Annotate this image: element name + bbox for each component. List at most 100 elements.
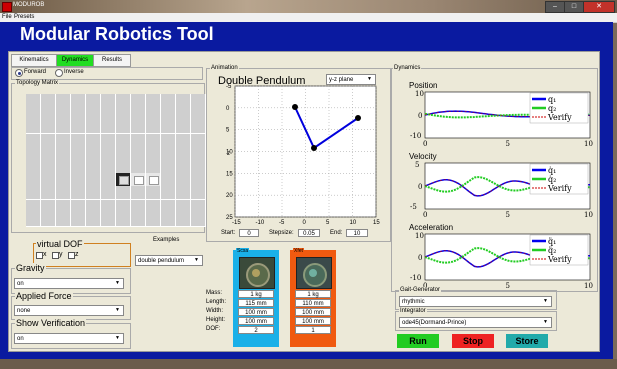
topology-cell[interactable] [41,173,56,188]
topology-cell[interactable] [131,199,146,214]
module-2-height[interactable]: 100 mm [295,317,331,325]
topology-cell[interactable] [71,160,86,174]
topology-cell[interactable] [191,199,206,214]
topology-cell[interactable] [191,146,206,161]
topology-cell[interactable] [71,212,86,227]
topology-cell[interactable] [86,107,101,122]
topology-cell[interactable] [161,186,176,201]
topology-cell[interactable] [131,160,146,174]
topology-cell[interactable] [101,199,116,214]
topology-cell[interactable] [146,107,161,122]
topology-cell[interactable] [26,107,41,122]
close-icon[interactable]: ✕ [583,1,615,13]
topology-module-cell[interactable] [146,173,161,188]
topology-cell[interactable] [71,94,86,108]
topology-cell[interactable] [26,160,41,174]
module-2-length[interactable]: 110 mm [295,299,331,307]
topology-cell[interactable] [161,173,176,188]
forward-radio[interactable] [15,69,23,77]
x-checkbox[interactable] [36,252,43,259]
topology-cell[interactable] [86,212,101,227]
topology-cell[interactable] [71,173,86,188]
topology-cell[interactable] [41,199,56,214]
menu-file[interactable]: File [2,13,12,22]
stop-button[interactable]: Stop [452,334,494,348]
store-button[interactable]: Store [506,334,548,348]
topology-cell[interactable] [131,133,146,148]
tab-results[interactable]: Results [93,54,131,67]
topology-cell[interactable] [176,199,191,214]
topology-cell[interactable] [161,212,176,227]
topology-cell[interactable] [191,120,206,135]
topology-cell[interactable] [176,186,191,201]
inverse-radio[interactable] [55,69,63,77]
topology-cell[interactable] [161,199,176,214]
topology-cell[interactable] [131,186,146,201]
topology-cell[interactable] [56,173,71,188]
module-1-length[interactable]: 115 mm [238,299,274,307]
topology-cell[interactable] [131,107,146,122]
topology-cell[interactable] [116,212,131,227]
topology-cell[interactable] [146,160,161,174]
menu-presets[interactable]: Presets [14,13,34,22]
topology-cell[interactable] [26,120,41,135]
topology-cell[interactable] [101,186,116,201]
topology-cell[interactable] [56,120,71,135]
topology-cell[interactable] [176,160,191,174]
minimize-icon[interactable]: – [545,1,565,13]
topology-cell[interactable] [41,160,56,174]
topology-cell[interactable] [146,120,161,135]
topology-cell[interactable] [26,199,41,214]
topology-cell[interactable] [176,120,191,135]
topology-cell[interactable] [41,94,56,108]
module-card-1[interactable]: Scsa 1 kg 115 mm 100 mm 100 mm 2 [233,248,279,347]
topology-cell[interactable] [191,186,206,201]
y-checkbox[interactable] [52,252,59,259]
topology-cell[interactable] [161,133,176,148]
topology-cell[interactable] [86,160,101,174]
topology-cell[interactable] [86,133,101,148]
topology-cell[interactable] [86,94,101,108]
topology-cell[interactable] [161,107,176,122]
topology-cell[interactable] [26,146,41,161]
topology-cell[interactable] [26,133,41,148]
topology-cell[interactable] [116,133,131,148]
topology-cell[interactable] [71,199,86,214]
topology-cell[interactable] [86,120,101,135]
tab-dynamics[interactable]: Dynamics [56,54,94,67]
topology-cell[interactable] [71,146,86,161]
module-1-width[interactable]: 100 mm [238,308,274,316]
start-input[interactable]: 0 [239,229,259,237]
examples-select[interactable]: double pendulum ▼ [135,255,203,266]
topology-cell[interactable] [56,186,71,201]
module-2-width[interactable]: 100 mm [295,308,331,316]
topology-cell[interactable] [191,107,206,122]
topology-cell[interactable] [131,212,146,227]
topology-cell[interactable] [161,120,176,135]
topology-cell[interactable] [41,107,56,122]
topology-cell[interactable] [56,94,71,108]
topology-cell[interactable] [161,146,176,161]
topology-cell[interactable] [101,120,116,135]
topology-cell[interactable] [71,186,86,201]
topology-cell[interactable] [101,173,116,188]
topology-cell[interactable] [176,107,191,122]
show-verification-select[interactable]: on ▼ [14,333,124,344]
topology-cell[interactable] [146,146,161,161]
module-1-mass[interactable]: 1 kg [238,290,274,298]
topology-cell[interactable] [101,146,116,161]
topology-cell[interactable] [176,146,191,161]
topology-cell[interactable] [116,186,131,201]
topology-cell[interactable] [41,120,56,135]
topology-cell[interactable] [146,94,161,108]
topology-cell[interactable] [56,160,71,174]
module-1-dof[interactable]: 2 [238,326,274,334]
topology-cell[interactable] [101,107,116,122]
z-checkbox[interactable] [68,252,75,259]
topology-cell[interactable] [191,133,206,148]
integrator-select[interactable]: ode45(Dormand-Prince) ▼ [399,317,552,328]
topology-cell[interactable] [191,173,206,188]
topology-cell[interactable] [131,146,146,161]
topology-cell[interactable] [26,94,41,108]
topology-cell[interactable] [116,146,131,161]
